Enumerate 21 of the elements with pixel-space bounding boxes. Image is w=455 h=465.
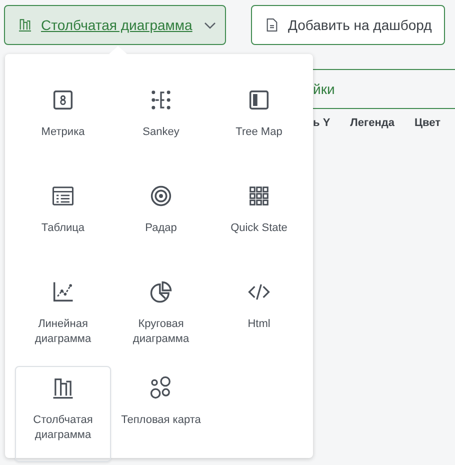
chart-type-option[interactable]: Тепловая карта bbox=[113, 366, 209, 462]
column-header: ь Y bbox=[313, 117, 330, 129]
chart-type-option[interactable]: Метрика bbox=[15, 78, 111, 174]
pie-chart-icon bbox=[148, 279, 174, 305]
chart-type-dropdown[interactable]: Столбчатая диаграмма bbox=[4, 5, 226, 45]
chart-type-option[interactable]: Линейная диаграмма bbox=[15, 270, 111, 366]
chart-type-option[interactable]: Sankey bbox=[113, 78, 209, 174]
chart-type-option[interactable]: Html bbox=[211, 270, 307, 366]
column-header: Цвет bbox=[414, 117, 440, 129]
column-header: Легенда bbox=[350, 117, 394, 129]
chart-type-option[interactable]: Quick State bbox=[211, 174, 307, 270]
chart-type-option[interactable]: Tree Map bbox=[211, 78, 307, 174]
settings-tab[interactable]: йки bbox=[313, 81, 335, 97]
target-icon bbox=[148, 183, 174, 209]
chart-type-option[interactable]: Радар bbox=[113, 174, 209, 270]
document-icon bbox=[264, 17, 280, 33]
chart-type-option[interactable]: Таблица bbox=[15, 174, 111, 270]
add-to-dashboard-button[interactable]: Добавить на дашборд bbox=[251, 5, 445, 45]
chart-type-option[interactable]: Столбчатая диаграмма bbox=[15, 366, 111, 462]
bar-chart-icon bbox=[17, 17, 33, 33]
chart-type-option[interactable]: Круговая диаграмма bbox=[113, 270, 209, 366]
